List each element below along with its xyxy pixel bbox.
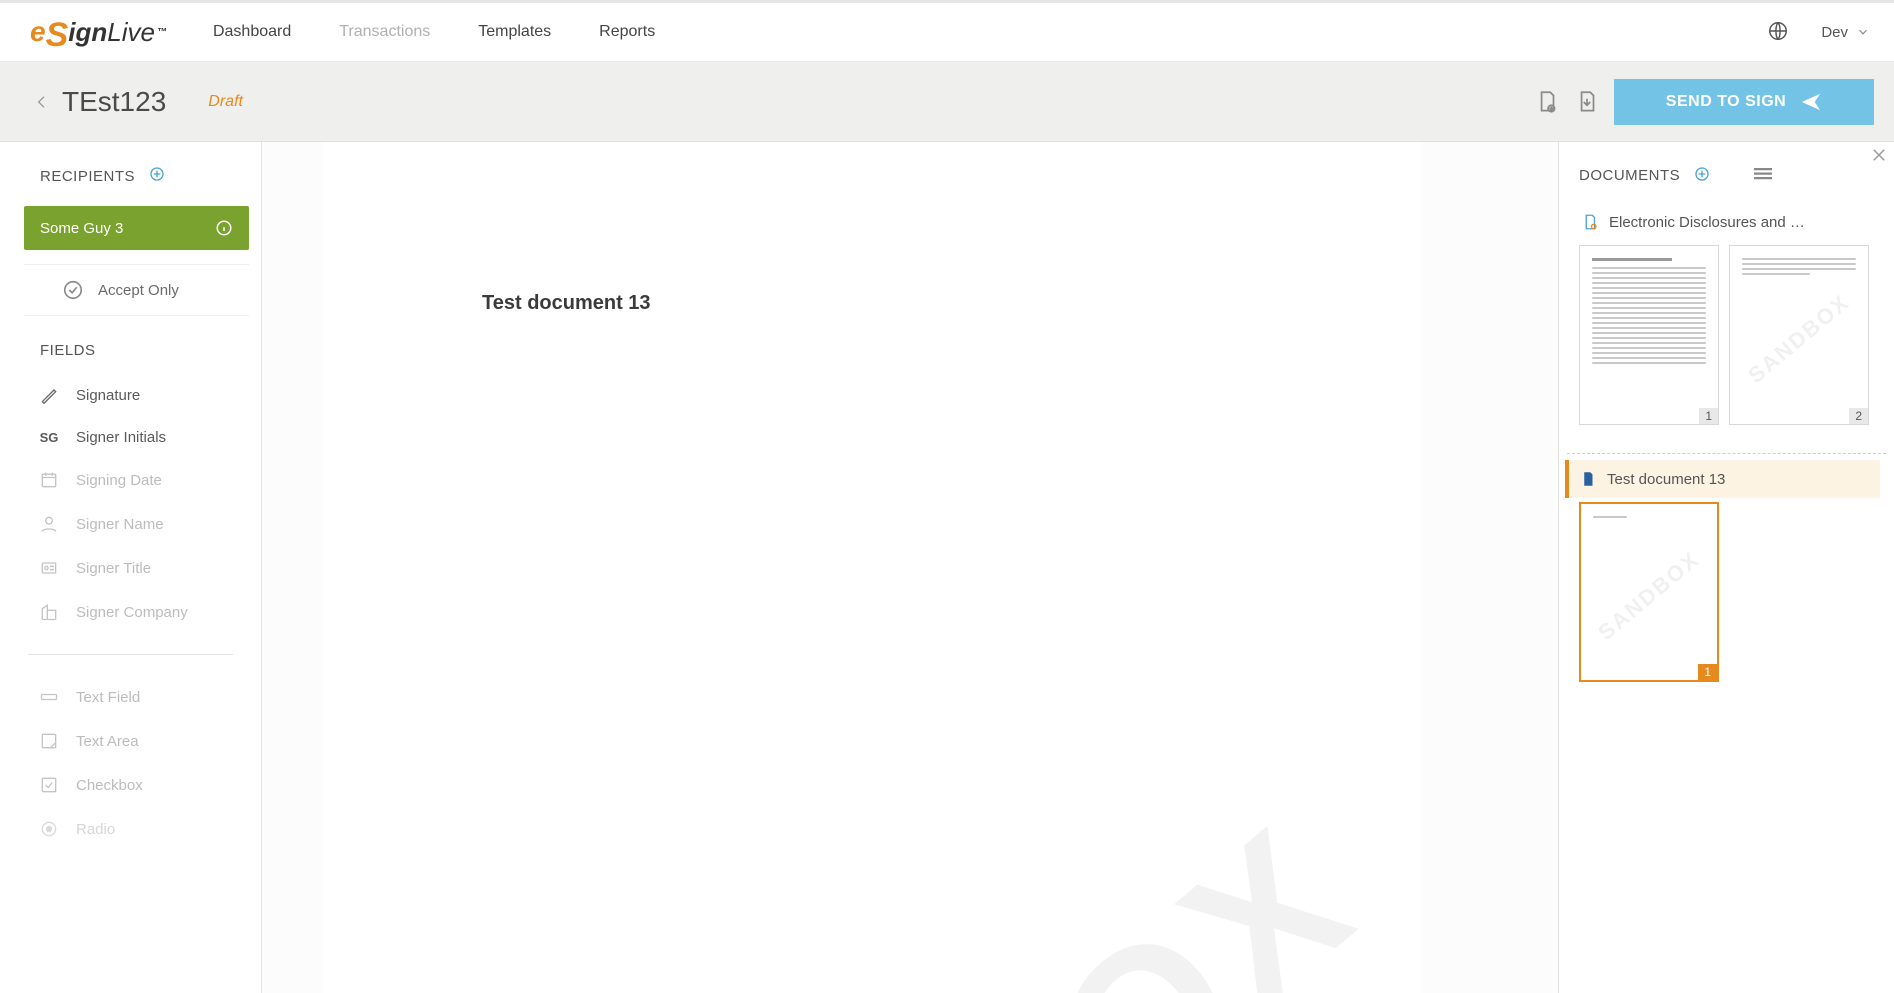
field-text-field[interactable]: Text Field (0, 675, 261, 719)
documents-title: DOCUMENTS (1579, 167, 1680, 184)
main-area: RECIPIENTS Some Guy 3 Accept Only FIELDS… (0, 142, 1894, 993)
person-icon (38, 514, 60, 534)
field-label: Radio (76, 821, 115, 838)
top-nav: eSignLive™ Dashboard Transactions Templa… (0, 0, 1894, 62)
logo-e: e (30, 16, 46, 48)
document-name: Test document 13 (1607, 471, 1725, 488)
calendar-icon (38, 470, 60, 490)
textfield-icon (38, 687, 60, 707)
logo-s: S (46, 16, 69, 55)
page-thumbnail[interactable]: SANDBOX 2 (1729, 245, 1869, 425)
field-label: Signature (76, 387, 140, 404)
initials-badge-icon: SG (38, 430, 60, 445)
nav-templates[interactable]: Templates (478, 23, 551, 41)
accept-only-row[interactable]: Accept Only (24, 264, 249, 316)
nav-links: Dashboard Transactions Templates Reports (213, 23, 655, 41)
field-signer-title[interactable]: Signer Title (0, 546, 261, 590)
field-label: Signer Name (76, 516, 164, 533)
page-number: 1 (1699, 408, 1718, 424)
thumb-watermark: SANDBOX (1593, 546, 1705, 646)
chevron-down-icon (1856, 25, 1870, 39)
logo-live: Live (107, 17, 155, 48)
field-label: Text Area (76, 733, 139, 750)
building-icon (38, 602, 60, 622)
logo-sign-rest: ign (68, 17, 107, 48)
doc-content-title: Test document 13 (482, 292, 1262, 315)
field-signing-date[interactable]: Signing Date (0, 458, 261, 502)
right-panel: DOCUMENTS Electronic Disclosures and … (1558, 142, 1894, 993)
field-label: Checkbox (76, 777, 143, 794)
subheader-actions: SEND TO SIGN (1534, 79, 1874, 125)
user-dropdown[interactable]: Dev (1821, 24, 1870, 41)
textarea-icon (38, 731, 60, 751)
logo-tm: ™ (157, 27, 167, 38)
add-document-icon[interactable] (1694, 166, 1710, 185)
thumb-strip: SANDBOX 1 (1573, 498, 1880, 694)
field-text-area[interactable]: Text Area (0, 719, 261, 763)
page-thumbnail[interactable]: 1 (1579, 245, 1719, 425)
field-label: Signing Date (76, 472, 162, 489)
check-circle-icon (62, 279, 84, 301)
close-icon[interactable] (1870, 146, 1888, 167)
page-thumbnail[interactable]: SANDBOX 1 (1579, 502, 1719, 682)
send-label: SEND TO SIGN (1666, 93, 1786, 111)
accept-only-label: Accept Only (98, 282, 179, 299)
document-canvas[interactable]: Test document 13 BOX (262, 142, 1558, 993)
checkbox-icon (38, 775, 60, 795)
thumb-watermark: SANDBOX (1743, 289, 1855, 389)
package-status: Draft (208, 93, 243, 111)
recipients-title: RECIPIENTS (40, 168, 135, 185)
globe-icon[interactable] (1767, 20, 1789, 45)
field-signer-initials[interactable]: SG Signer Initials (0, 417, 261, 458)
user-name: Dev (1821, 24, 1848, 41)
thumb-strip: 1 SANDBOX 2 (1573, 241, 1880, 437)
nav-right: Dev (1767, 20, 1870, 45)
document-icon (1581, 213, 1599, 231)
recipient-card[interactable]: Some Guy 3 (24, 206, 249, 250)
field-label: Signer Company (76, 604, 188, 621)
fields-heading: FIELDS (0, 316, 261, 373)
page-number: 2 (1849, 408, 1868, 424)
logo[interactable]: eSignLive™ (30, 13, 167, 52)
back-icon[interactable] (34, 90, 50, 114)
recipient-name: Some Guy 3 (40, 220, 123, 237)
document-row[interactable]: Electronic Disclosures and … (1573, 203, 1880, 241)
document-page[interactable]: Test document 13 (322, 142, 1422, 993)
badge-icon (38, 558, 60, 578)
signature-icon (38, 385, 60, 405)
field-signer-company[interactable]: Signer Company (0, 590, 261, 634)
field-label: Text Field (76, 689, 140, 706)
documents-heading: DOCUMENTS (1567, 162, 1886, 203)
nav-reports[interactable]: Reports (599, 23, 655, 41)
field-divider (28, 654, 233, 655)
send-to-sign-button[interactable]: SEND TO SIGN (1614, 79, 1874, 125)
nav-transactions[interactable]: Transactions (339, 23, 430, 41)
field-radio[interactable]: Radio (0, 807, 261, 851)
document-divider (1567, 453, 1886, 454)
recipients-heading: RECIPIENTS (0, 162, 261, 200)
field-signature[interactable]: Signature (0, 373, 261, 417)
package-title: TEst123 (62, 86, 166, 118)
info-icon[interactable] (215, 219, 233, 237)
reorder-icon[interactable] (1754, 167, 1772, 184)
left-panel: RECIPIENTS Some Guy 3 Accept Only FIELDS… (0, 142, 262, 993)
document-icon (1579, 470, 1597, 488)
document-section: Test document 13 SANDBOX 1 (1567, 460, 1886, 704)
add-recipient-icon[interactable] (149, 166, 165, 186)
document-name: Electronic Disclosures and … (1609, 214, 1805, 231)
send-icon (1800, 91, 1822, 113)
nav-dashboard[interactable]: Dashboard (213, 23, 291, 41)
field-label: Signer Initials (76, 429, 166, 446)
doc-settings-icon[interactable] (1534, 89, 1560, 115)
radio-icon (38, 819, 60, 839)
field-label: Signer Title (76, 560, 151, 577)
document-section: Electronic Disclosures and … 1 SANDBOX 2 (1567, 203, 1886, 447)
page-number: 1 (1698, 664, 1717, 680)
doc-download-icon[interactable] (1574, 89, 1600, 115)
document-row[interactable]: Test document 13 (1565, 460, 1880, 498)
field-checkbox[interactable]: Checkbox (0, 763, 261, 807)
field-signer-name[interactable]: Signer Name (0, 502, 261, 546)
sub-header: TEst123 Draft SEND TO SIGN (0, 62, 1894, 142)
